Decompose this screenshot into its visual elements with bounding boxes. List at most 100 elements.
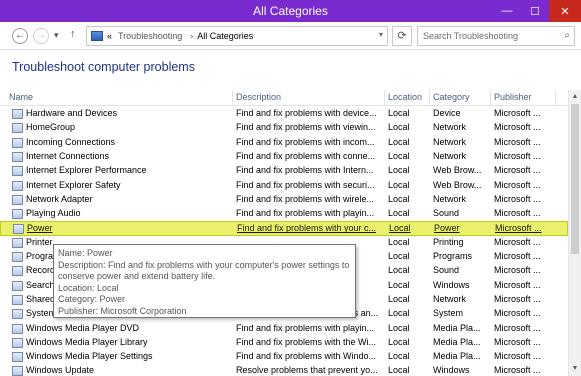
cell-name: Power [27, 223, 53, 234]
cell-category: Windows [433, 279, 470, 290]
cell-description: Find and fix problems with device... [236, 108, 377, 118]
table-row[interactable]: Incoming Connections Find and fix problem… [0, 136, 568, 150]
cell-description: Find and fix problems with Intern... [236, 165, 374, 176]
cell-name: Playing Audio [26, 208, 81, 219]
cell-category: Device [433, 108, 461, 118]
search-input[interactable]: Search Troubleshooting ⌕ [417, 26, 575, 46]
cell-location: Local [388, 150, 410, 161]
cell-location: Local [388, 365, 410, 376]
recent-locations-dropdown[interactable]: ▾ [54, 30, 59, 41]
table-row[interactable]: Internet Explorer Performance Find and fi… [0, 164, 568, 178]
table-row[interactable]: HomeGroup Find and fix problems with view… [0, 121, 568, 135]
cell-location: Local [388, 293, 410, 304]
cell-category: Media Pla... [433, 336, 481, 347]
column-divider[interactable] [384, 90, 385, 106]
cell-category: Media Pla... [433, 322, 481, 333]
column-divider[interactable] [429, 90, 430, 106]
cell-publisher: Microsoft ... [494, 179, 541, 190]
table-row[interactable]: Internet Explorer Safety Find and fix pro… [0, 179, 568, 193]
scroll-down-arrow[interactable]: ▼ [569, 363, 581, 375]
table-row[interactable]: Power Find and fix problems with your c..… [0, 221, 568, 236]
cell-publisher: Microsoft ... [494, 208, 541, 219]
table-row[interactable]: Windows Media Player Settings Find and fi… [0, 350, 568, 364]
cell-location: Local [388, 136, 410, 147]
troubleshooter-icon [12, 123, 23, 134]
column-divider[interactable] [490, 90, 491, 106]
cell-category: Network [433, 293, 467, 304]
cell-description: Find and fix problems with playin... [236, 322, 375, 333]
cell-category: Network [433, 150, 467, 161]
cell-location: Local [388, 251, 410, 261]
table-row[interactable]: Windows Media Player DVD Find and fix pro… [0, 322, 568, 336]
cell-publisher: Microsoft ... [494, 308, 541, 319]
cell-location: Local [388, 336, 410, 347]
cell-description: Find and fix problems with Windo... [236, 351, 377, 362]
cell-description: Find and fix problems with the Wi... [236, 336, 377, 347]
back-button[interactable]: ← [12, 28, 28, 44]
cell-description: Find and fix problems with securi... [236, 179, 375, 190]
cell-name: Internet Connections [26, 150, 110, 161]
breadcrumb-separator[interactable]: › [190, 31, 193, 41]
cell-publisher: Microsoft ... [494, 279, 541, 290]
table-row[interactable]: Network Adapter Find and fix problems wit… [0, 193, 568, 207]
cell-description: Find and fix problems with conne... [236, 150, 376, 161]
cell-category: Media Pla... [433, 351, 481, 362]
scroll-up-arrow[interactable]: ▲ [569, 91, 581, 103]
breadcrumb-item[interactable]: Troubleshooting [118, 31, 182, 41]
column-divider[interactable] [555, 90, 556, 106]
column-header-name[interactable]: Name [9, 92, 33, 102]
tooltip-publisher: Publisher: Microsoft Corporation [58, 305, 187, 316]
cell-publisher: Microsoft ... [495, 223, 542, 234]
cell-publisher: Microsoft ... [494, 236, 541, 247]
cell-category: System [433, 308, 464, 319]
address-bar[interactable]: « Troubleshooting › All Categories ▾ [86, 26, 388, 46]
troubleshooter-icon [12, 280, 23, 291]
chevron-down-icon[interactable]: ▾ [379, 30, 383, 39]
cell-category: Web Brow... [433, 165, 482, 176]
cell-location: Local [388, 279, 410, 290]
maximize-button[interactable]: ☐ [521, 0, 549, 22]
column-header-publisher[interactable]: Publisher [494, 92, 532, 102]
table-row[interactable]: Windows Update Resolve problems that prev… [0, 364, 568, 376]
column-header-location[interactable]: Location [388, 92, 422, 102]
window-controls: — ☐ ✕ [493, 0, 581, 22]
cell-name: Internet Explorer Safety [26, 179, 121, 190]
cell-category: Web Brow... [433, 179, 482, 190]
troubleshooter-icon [12, 352, 23, 363]
table-row[interactable]: Hardware and Devices Find and fix problem… [0, 107, 568, 121]
cell-category: Network [433, 122, 467, 133]
breadcrumb-overflow[interactable]: « [107, 31, 112, 41]
vertical-scrollbar[interactable]: ▲ ▼ [568, 90, 581, 376]
cell-publisher: Microsoft ... [494, 150, 541, 161]
column-divider[interactable] [232, 90, 233, 106]
column-header-description[interactable]: Description [236, 92, 281, 102]
cell-name: Hardware and Devices [26, 108, 118, 118]
scrollbar-thumb[interactable] [571, 104, 579, 254]
troubleshooter-icon [12, 166, 23, 177]
troubleshooter-icon [12, 237, 23, 248]
close-button[interactable]: ✕ [549, 0, 581, 22]
tooltip-location: Location: Local [58, 282, 119, 293]
troubleshooter-icon [12, 209, 23, 220]
troubleshooter-icon [12, 252, 23, 262]
up-button[interactable]: ↑ [70, 28, 76, 40]
forward-button[interactable]: → [33, 28, 49, 44]
table-row[interactable]: Windows Media Player Library Find and fix… [0, 336, 568, 350]
minimize-button[interactable]: — [493, 0, 521, 22]
tooltip-description: Description: Find and fix problems with … [58, 259, 350, 282]
breadcrumb-item[interactable]: All Categories [197, 31, 253, 41]
refresh-button[interactable]: ⟳ [392, 26, 412, 46]
table-row[interactable]: Internet Connections Find and fix problem… [0, 150, 568, 164]
column-header-category[interactable]: Category [433, 92, 470, 102]
cell-publisher: Microsoft ... [494, 122, 541, 133]
cell-publisher: Microsoft ... [494, 265, 541, 276]
cell-name: Windows Media Player Library [26, 336, 148, 347]
cell-publisher: Microsoft ... [494, 365, 541, 376]
cell-location: Local [388, 236, 410, 247]
cell-publisher: Microsoft ... [494, 251, 541, 261]
cell-category: Programs [433, 251, 473, 261]
search-icon[interactable]: ⌕ [564, 27, 570, 45]
table-row[interactable]: Playing Audio Find and fix problems with … [0, 207, 568, 221]
cell-name: Incoming Connections [26, 136, 116, 147]
cell-location: Local [388, 122, 410, 133]
